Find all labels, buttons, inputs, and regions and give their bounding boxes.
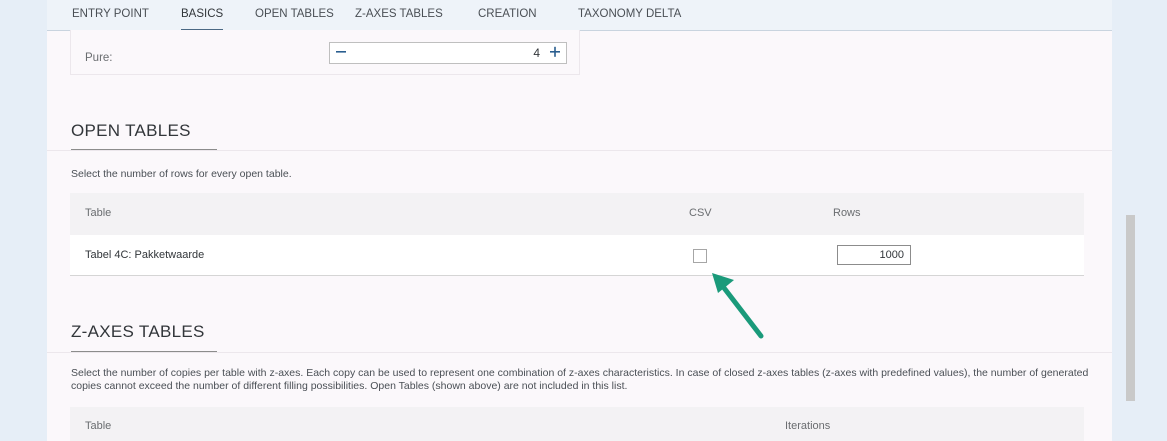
column-header-rows: Rows: [833, 207, 861, 219]
tab-open-tables[interactable]: OPEN TABLES: [255, 8, 334, 20]
pure-label: Pure:: [85, 52, 113, 64]
tab-entry-point[interactable]: ENTRY POINT: [72, 8, 149, 20]
column-header-table: Table: [85, 207, 112, 219]
decrement-button[interactable]: [332, 43, 350, 63]
minus-icon: [336, 51, 346, 53]
tab-taxonomy-delta[interactable]: TAXONOMY DELTA: [578, 8, 681, 20]
scrollbar-thumb[interactable]: [1126, 215, 1135, 401]
plus-icon: [550, 46, 560, 57]
pure-stepper: [329, 42, 567, 64]
column-header-table: Table: [85, 420, 112, 432]
main-content-frame: ENTRY POINT BASICS OPEN TABLES Z-AXES TA…: [47, 0, 1112, 441]
column-header-iterations: Iterations: [785, 420, 831, 432]
csv-checkbox[interactable]: [693, 249, 707, 263]
tab-basics[interactable]: BASICS: [181, 8, 224, 31]
open-tables-description: Select the number of rows for every open…: [71, 168, 292, 180]
section-divider: [47, 150, 1112, 151]
section-divider: [47, 352, 1112, 353]
tab-z-axes-tables[interactable]: Z-AXES TABLES: [355, 8, 443, 20]
section-tab-bar: ENTRY POINT BASICS OPEN TABLES Z-AXES TA…: [47, 0, 1112, 31]
increment-button[interactable]: [546, 43, 564, 63]
column-header-csv: CSV: [689, 207, 712, 219]
rows-input[interactable]: [837, 245, 911, 265]
table-row: Tabel 4C: Pakketwaarde: [70, 235, 1084, 276]
open-tables-heading: OPEN TABLES: [71, 121, 191, 140]
z-axes-tables-description: Select the number of copies per table wi…: [71, 367, 1089, 392]
open-tables-header-row: Table CSV Rows: [70, 193, 1084, 235]
z-axes-tables-header-row: Table Iterations: [70, 407, 1084, 441]
tab-creation[interactable]: CREATION: [478, 8, 537, 20]
table-name-cell: Tabel 4C: Pakketwaarde: [85, 249, 205, 261]
annotation-arrow-icon: [712, 273, 764, 339]
z-axes-tables-heading: Z-AXES TABLES: [71, 322, 205, 341]
pure-value-input[interactable]: [480, 46, 540, 60]
